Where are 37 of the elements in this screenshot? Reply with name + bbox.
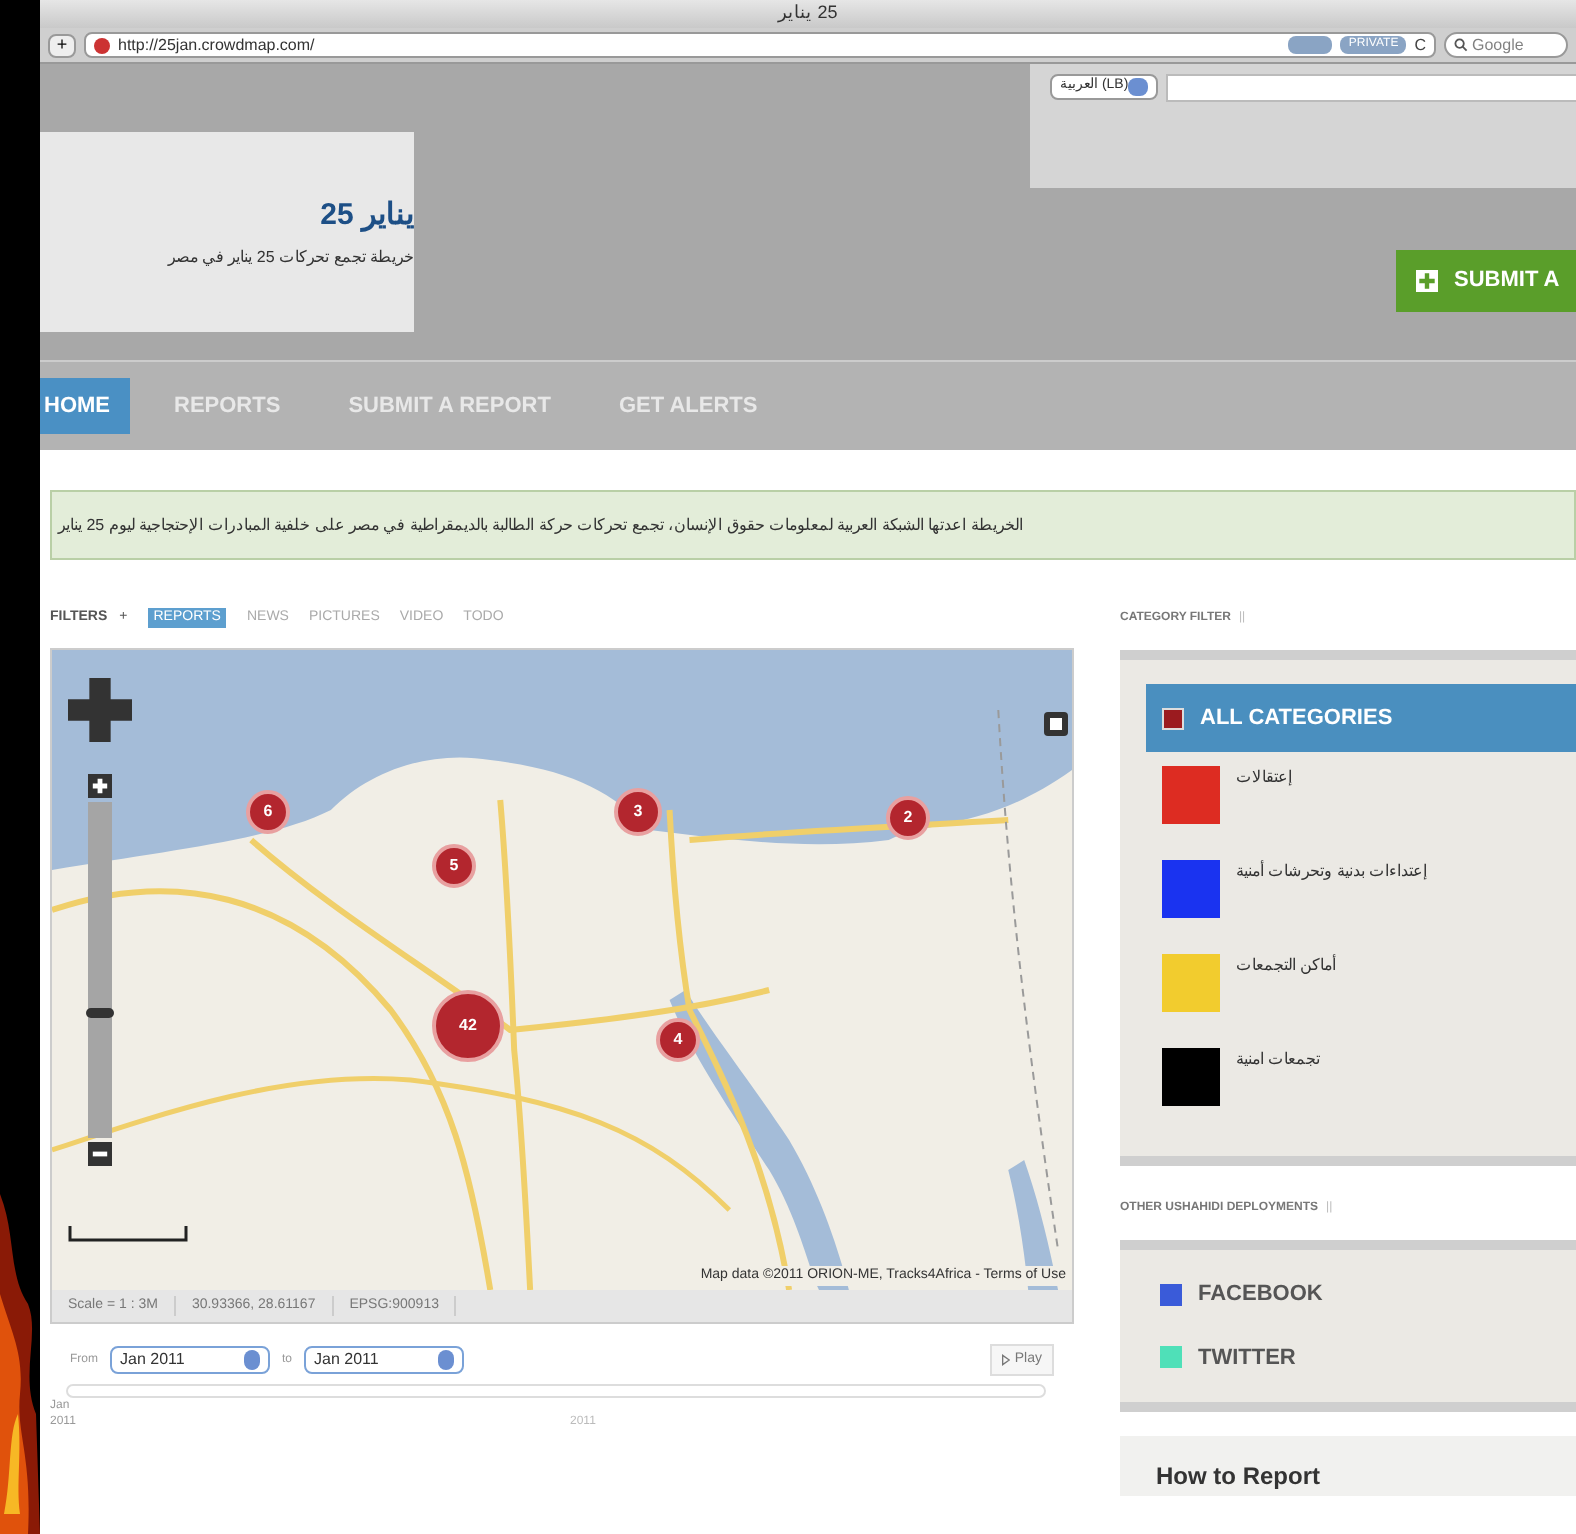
site-tagline: خريطة تجمع تحركات 25 يناير في مصر <box>167 246 414 271</box>
timeline-track[interactable] <box>66 1384 1046 1398</box>
reload-button[interactable]: C <box>1414 33 1426 57</box>
plus-icon <box>1416 270 1438 292</box>
notice-banner: الخريطة اعدتها الشبكة العربية لمعلومات حقوق الإنسان، تجمع تحركات حركة الطالبة بالديمقراطية في مصر على خلفية المبادرات الإحتجاجية ليوم 25 يناير <box>50 490 1576 560</box>
submit-report-button[interactable]: SUBMIT A <box>1396 250 1576 312</box>
category-item[interactable]: أماكن التجمعات <box>1146 946 1576 1034</box>
category-item[interactable]: ALL CATEGORIES <box>1146 684 1576 752</box>
zoom-slider[interactable] <box>88 802 112 1138</box>
layers-icon[interactable] <box>1044 710 1068 738</box>
stepper-icon <box>244 1350 260 1370</box>
section-heading: How to Report <box>1156 1462 1320 1490</box>
zoom-out-icon[interactable] <box>88 1142 112 1166</box>
search-field[interactable]: Google <box>1444 32 1568 58</box>
play-icon <box>1002 1354 1011 1366</box>
to-select[interactable]: Jan 2011 <box>304 1346 465 1374</box>
stepper-icon <box>1128 78 1149 96</box>
zoom-handle[interactable] <box>86 1007 114 1018</box>
stepper-icon <box>438 1350 455 1370</box>
deployment-link[interactable]: FACEBOOK <box>1160 1278 1576 1311</box>
category-item[interactable]: إعتقالات <box>1146 758 1576 846</box>
add-bookmark-button[interactable]: + <box>48 33 76 57</box>
category-item[interactable]: إعتداءات بدنية وتحرشات أمنية <box>1146 852 1576 940</box>
site-title: يناير 25 <box>320 195 414 236</box>
deployment-link[interactable]: TWITTER <box>1160 1341 1576 1374</box>
nav-tab[interactable]: HOME <box>40 378 130 434</box>
pan-control-icon[interactable] <box>68 678 132 742</box>
search-input[interactable]: Google <box>1472 33 1560 57</box>
scale-bar-icon <box>68 1226 188 1242</box>
from-select[interactable]: Jan 2011 <box>110 1346 270 1374</box>
category-item[interactable]: تجمعات امنية <box>1146 1040 1576 1128</box>
zoom-in-icon[interactable] <box>88 774 112 798</box>
text-field[interactable] <box>1166 74 1576 102</box>
shield-icon <box>94 37 110 53</box>
window-title: 25 يناير <box>778 0 838 27</box>
search-icon <box>1454 38 1468 52</box>
rss-badge[interactable] <box>1288 36 1333 54</box>
